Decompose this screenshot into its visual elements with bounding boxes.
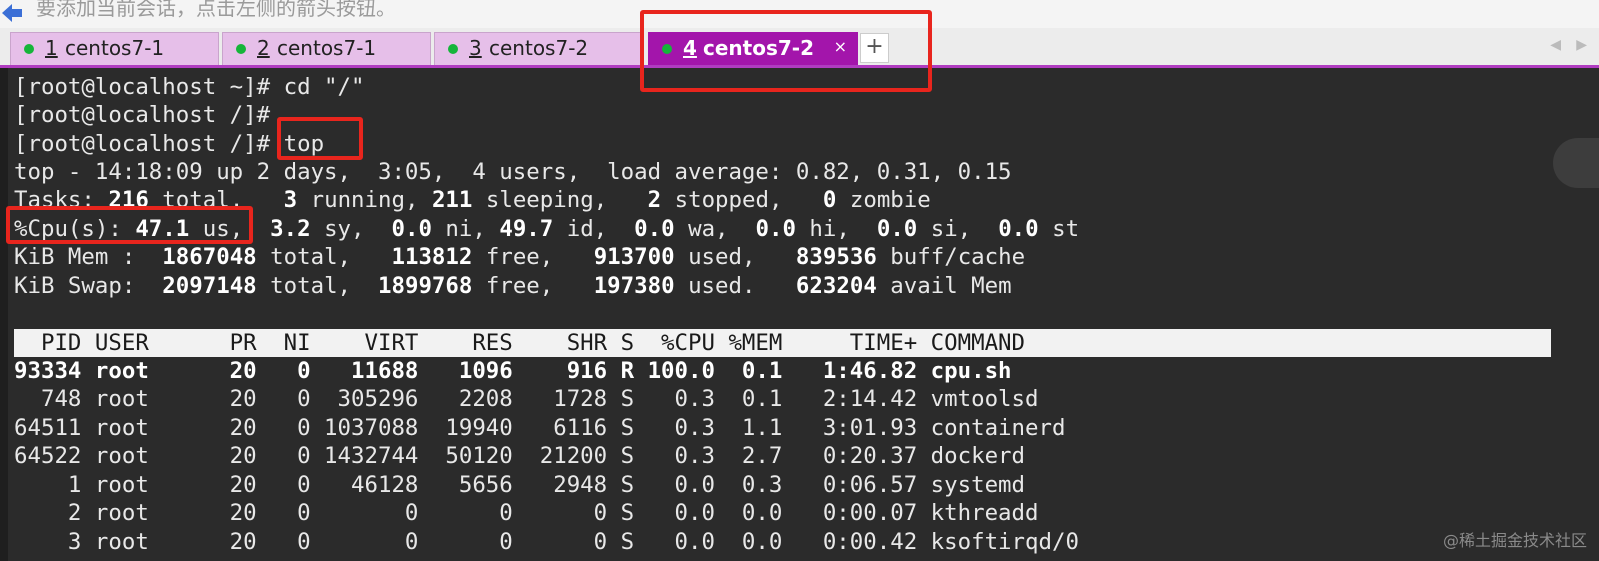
tab-number: 1 <box>45 36 58 60</box>
arrow-icon[interactable] <box>0 2 24 24</box>
process-row: 64522 root 20 0 1432744 50120 21200 S 0.… <box>14 443 1026 469</box>
status-dot-icon <box>448 44 458 54</box>
process-table-header: PID USER PR NI VIRT RES SHR S %CPU %MEM … <box>14 329 1551 357</box>
add-tab-button[interactable]: + <box>860 33 889 63</box>
watermark: @稀土掘金技术社区 <box>1442 531 1587 550</box>
tab-bar: 1 centos7-1 2 centos7-1 3 centos7-2 4 ce… <box>0 28 1599 68</box>
scroll-right-icon[interactable]: ▶ <box>1576 37 1587 53</box>
process-row: 2 root 20 0 0 0 0 S 0.0 0.0 0:00.07 kthr… <box>14 500 1039 526</box>
tab-session-2[interactable]: 2 centos7-1 <box>222 32 431 65</box>
terminal-app: 要添加当前会话，点击左侧的箭头按钮。 1 centos7-1 2 centos7… <box>0 0 1599 561</box>
tab-label: centos7-2 <box>703 36 814 60</box>
terminal-line: top - 14:18:09 up 2 days, 3:05, 4 users,… <box>14 159 1012 185</box>
process-row: 3 root 20 0 0 0 0 S 0.0 0.0 0:00.42 ksof… <box>14 529 1079 555</box>
terminal-line: [root@localhost /]# top <box>14 131 325 157</box>
swap-summary: KiB Swap: 2097148 total, 1899768 free, 1… <box>14 273 1012 299</box>
status-dot-icon <box>236 44 246 54</box>
tab-session-3[interactable]: 3 centos7-2 <box>434 32 644 65</box>
close-icon[interactable]: × <box>834 37 847 56</box>
scroll-left-icon[interactable]: ◀ <box>1550 37 1561 53</box>
terminal-output[interactable]: [root@localhost ~]# cd "/" [root@localho… <box>0 68 1599 561</box>
cpu-summary: %Cpu(s): 47.1 us, 3.2 sy, 0.0 ni, 49.7 i… <box>14 216 1080 242</box>
scrollbar-thumb[interactable] <box>1553 138 1599 188</box>
tab-label: centos7-2 <box>489 36 589 60</box>
process-row: 1 root 20 0 46128 5656 2948 S 0.0 0.3 0:… <box>14 472 1026 498</box>
tab-number: 3 <box>469 36 482 60</box>
tab-session-1[interactable]: 1 centos7-1 <box>10 32 219 65</box>
tab-number: 4 <box>683 36 697 60</box>
tab-number: 2 <box>257 36 270 60</box>
hint-bar: 要添加当前会话，点击左侧的箭头按钮。 <box>0 0 1599 28</box>
terminal-line: [root@localhost ~]# cd "/" <box>14 74 365 100</box>
tasks-summary: Tasks: 216 total, 3 running, 211 sleepin… <box>14 187 931 213</box>
terminal-gutter <box>0 68 8 561</box>
tab-label: centos7-1 <box>277 36 377 60</box>
hint-text: 要添加当前会话，点击左侧的箭头按钮。 <box>36 0 396 20</box>
status-dot-icon <box>662 44 672 54</box>
terminal-line: [root@localhost /]# <box>14 102 271 128</box>
status-dot-icon <box>24 44 34 54</box>
tab-session-4[interactable]: 4 centos7-2 × <box>648 32 858 65</box>
mem-summary: KiB Mem : 1867048 total, 113812 free, 91… <box>14 244 1026 270</box>
process-row: 748 root 20 0 305296 2208 1728 S 0.3 0.1… <box>14 386 1039 412</box>
process-row: 93334 root 20 0 11688 1096 916 R 100.0 0… <box>14 358 1012 384</box>
process-row: 64511 root 20 0 1037088 19940 6116 S 0.3… <box>14 415 1066 441</box>
tab-label: centos7-1 <box>65 36 165 60</box>
